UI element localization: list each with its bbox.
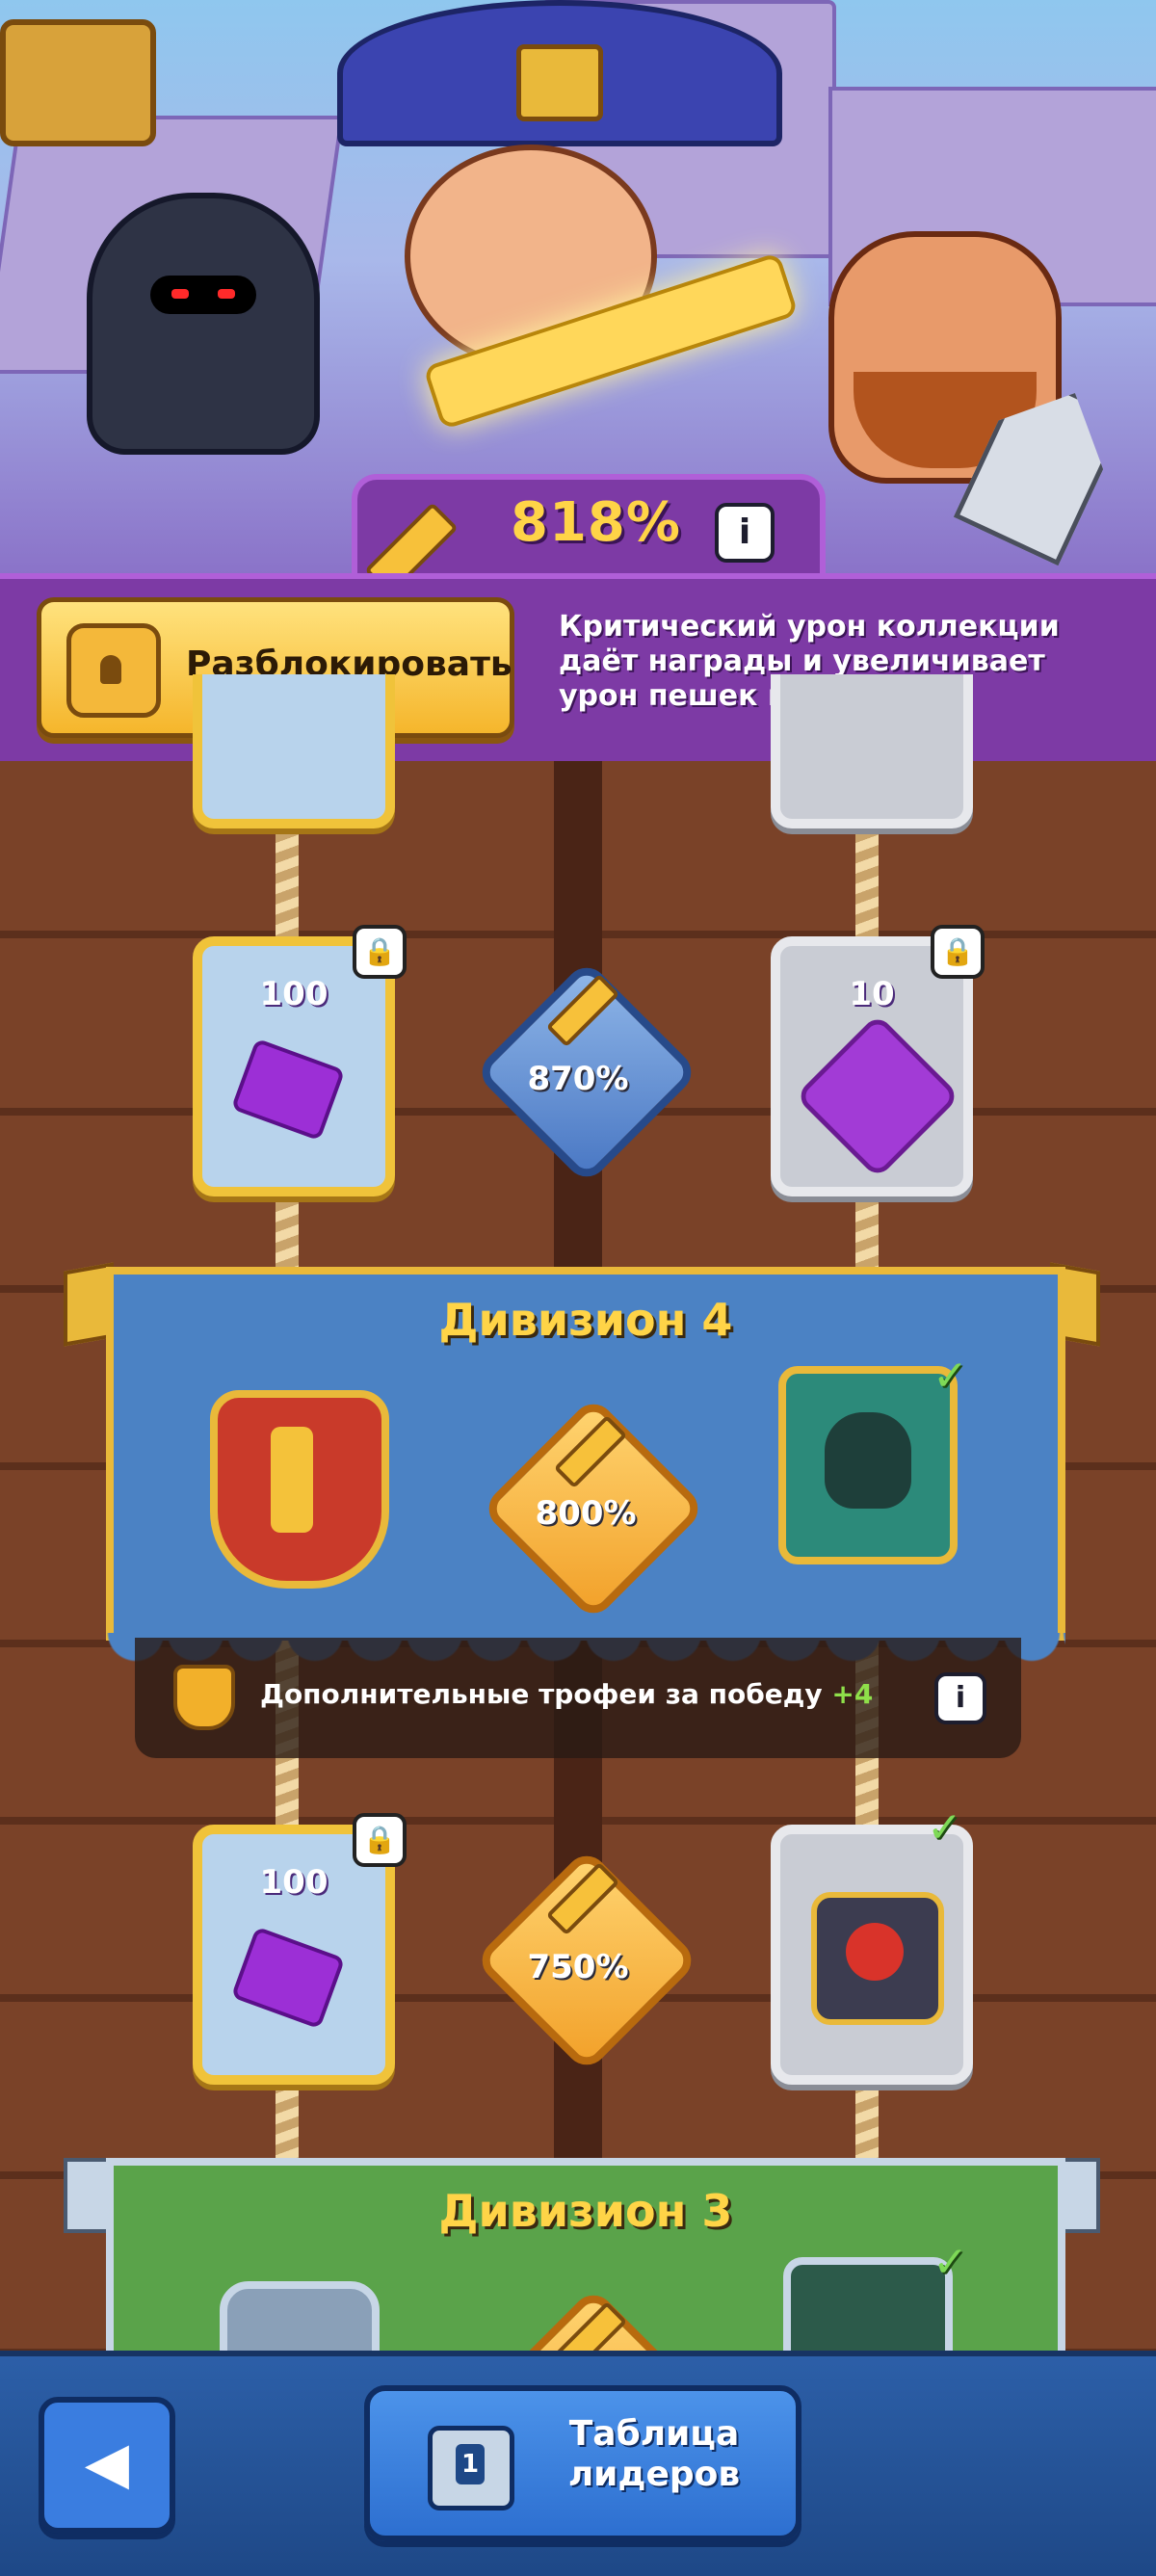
division-shield-icon	[210, 1390, 389, 1589]
lock-icon: 🔒	[353, 925, 407, 979]
division-4-banner: Дивизион 4 800% ✓	[106, 1267, 1065, 1641]
reward-amount: 100	[259, 975, 328, 1013]
hero-portrait-icon	[795, 1013, 960, 1179]
bonus-value: 750%	[527, 1948, 629, 1986]
info-icon[interactable]: i	[715, 503, 775, 563]
bonus-value: 800%	[535, 1494, 637, 1533]
leaderboard-label: Таблица лидеров	[567, 2414, 741, 2494]
padlock-icon	[66, 623, 161, 718]
bonus-value: 870%	[527, 1060, 629, 1098]
lock-icon: 🔒	[353, 1813, 407, 1867]
reward-amount: 10	[849, 975, 895, 1013]
gem-icon	[230, 1038, 346, 1142]
back-arrow-icon: ◀	[84, 2430, 130, 2497]
wizard-hat	[337, 0, 782, 146]
check-icon: ✓	[933, 1352, 968, 1401]
assassin-character	[87, 193, 320, 455]
check-icon: ✓	[927, 1803, 962, 1853]
division-title: Дивизион 4	[438, 1294, 733, 1346]
trophy-icon	[173, 1665, 235, 1730]
trophy-bonus-value: +4	[831, 1678, 874, 1710]
assassin-face	[150, 276, 256, 314]
gem-icon	[230, 1926, 346, 2030]
trophy-bonus-row: Дополнительные трофеи за победу +4 i	[135, 1638, 1021, 1758]
back-button[interactable]: ◀	[39, 2397, 175, 2534]
division-hero-portrait[interactable]	[778, 1366, 958, 1564]
reward-card-partial[interactable]	[193, 674, 395, 828]
jester-icon	[811, 1892, 944, 2025]
lock-icon: 🔒	[931, 925, 985, 979]
leaderboard-button[interactable]: 1 Таблица лидеров	[364, 2385, 801, 2541]
check-icon: ✓	[933, 2238, 968, 2287]
banner-flag	[0, 19, 156, 146]
division-title: Дивизион 3	[438, 2185, 733, 2237]
info-icon[interactable]: i	[934, 1672, 986, 1724]
leaderboard-podium-icon: 1	[428, 2426, 514, 2510]
reward-card-partial[interactable]	[771, 674, 973, 828]
reward-card-jester[interactable]	[771, 1825, 973, 2085]
reward-amount: 100	[259, 1863, 328, 1902]
crit-value: 818%	[511, 491, 682, 554]
trophy-bonus-text: Дополнительные трофеи за победу +4	[260, 1678, 874, 1710]
